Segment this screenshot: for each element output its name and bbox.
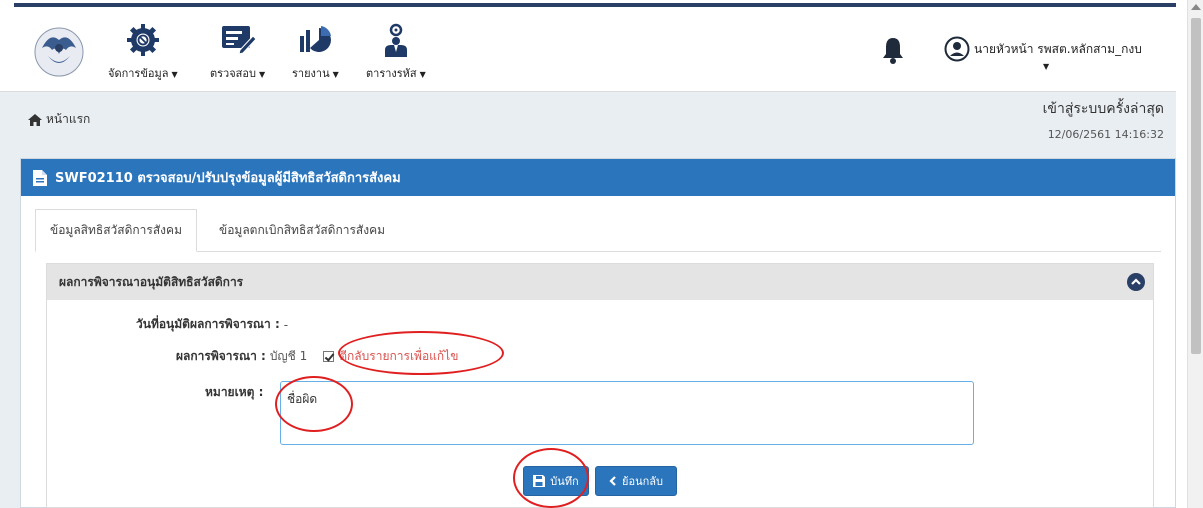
scrollbar-thumb[interactable] [1191,18,1201,354]
navbar: จัดการข้อมูล ▼ ตรวจสอบ ▼ รายงาน ▼ ตารางร… [0,8,1176,92]
top-accent-line [0,0,1203,8]
home-icon[interactable] [28,113,42,126]
nav-report[interactable]: รายงาน ▼ [292,22,339,84]
save-button[interactable]: บันทึก [523,466,589,496]
agency-logo [34,27,84,77]
breadcrumb: หน้าแรก [28,110,90,129]
edit-list-icon [218,22,258,58]
vertical-scrollbar[interactable] [1187,0,1203,508]
user-caret-icon[interactable]: ▼ [1043,62,1049,71]
result-value: บัญชี 1 [269,349,308,363]
note-row: หมายเหตุ : [205,383,263,402]
tab-welfare-arrears[interactable]: ข้อมูลตกเบิกสิทธิสวัสดิการสังคม [205,209,399,252]
last-login: เข้าสู่ระบบครั้งล่าสุด 12/06/2561 14:16:… [1043,98,1164,141]
floppy-icon [533,475,546,487]
back-button[interactable]: ย้อนกลับ [595,466,677,496]
approve-date-row: วันที่อนุมัติผลการพิจารณา : - [136,315,288,334]
nav-data-management[interactable]: จัดการข้อมูล ▼ [108,22,178,84]
chart-report-icon [295,22,335,58]
chevron-left-icon [609,476,616,486]
breadcrumb-home-link[interactable]: หน้าแรก [46,110,90,129]
content-area: หน้าแรก เข้าสู่ระบบครั้งล่าสุด 12/06/256… [0,92,1176,508]
note-label: หมายเหตุ : [205,385,264,399]
panel-header: SWF02110 ตรวจสอบ/ปรับปรุงข้อมูลผู้มีสิทธ… [21,159,1175,196]
result-row: ผลการพิจารณา : บัญชี 1 ตีกลับรายการเพื่อ… [176,347,458,366]
return-for-edit-label: ตีกลับรายการเพื่อแก้ไข [339,349,459,363]
nav-code-table[interactable]: ตารางรหัส ▼ [366,22,426,84]
panel-title: SWF02110 ตรวจสอบ/ปรับปรุงข้อมูลผู้มีสิทธ… [55,171,401,186]
collapse-button[interactable] [1127,273,1145,291]
section-title: ผลการพิจารณาอนุมัติสิทธิสวัสดิการ [47,264,1153,300]
scroll-up-icon[interactable] [1191,4,1201,10]
user-menu[interactable]: นายหัวหน้า รพสต.หลักสาม_กงบ [944,36,1142,62]
document-icon [33,169,47,186]
tab-bar: ข้อมูลสิทธิสวัสดิการสังคม ข้อมูลตกเบิกสิ… [35,209,1161,252]
return-for-edit-checkbox[interactable]: ตีกลับรายการเพื่อแก้ไข [323,347,458,366]
nav-verify[interactable]: ตรวจสอบ ▼ [210,22,265,84]
result-label: ผลการพิจารณา : [176,349,266,363]
bell-icon[interactable] [880,36,906,64]
note-textarea[interactable] [280,381,974,445]
approve-date-value: - [283,317,289,332]
chevron-up-icon [1131,278,1141,285]
tab-welfare-info[interactable]: ข้อมูลสิทธิสวัสดิการสังคม [35,209,197,252]
user-name: นายหัวหน้า รพสต.หลักสาม_กงบ [974,41,1142,56]
last-login-datetime: 12/06/2561 14:16:32 [1047,128,1164,141]
last-login-title: เข้าสู่ระบบครั้งล่าสุด [1042,101,1164,117]
user-circle-icon [944,36,970,62]
checkbox-checked-icon[interactable] [323,351,335,362]
gear-ban-icon [123,22,163,58]
user-settings-icon [376,22,416,58]
approve-date-label: วันที่อนุมัติผลการพิจารณา : [136,317,280,331]
